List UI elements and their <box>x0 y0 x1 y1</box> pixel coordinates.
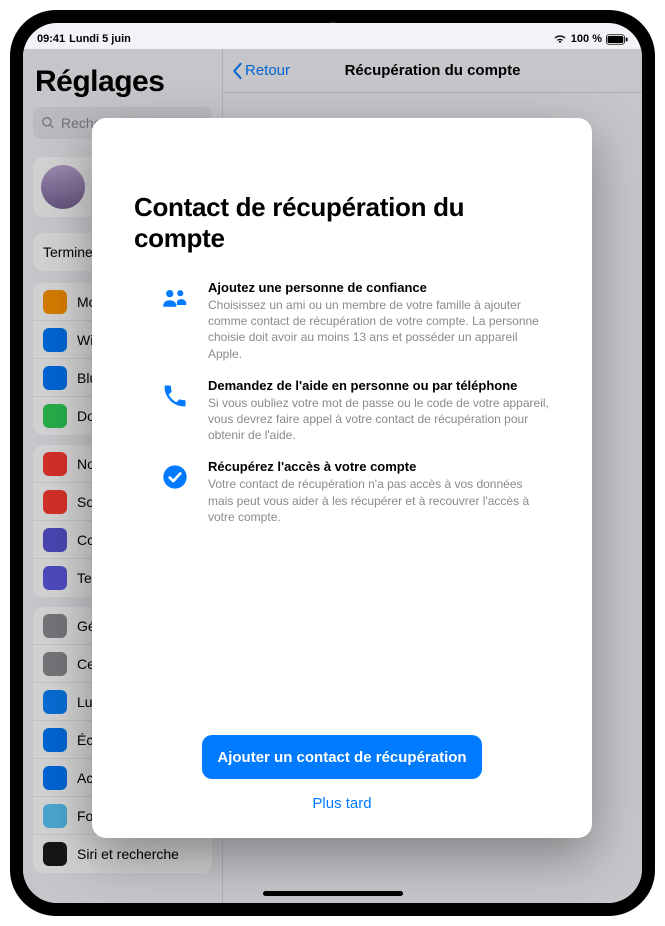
settings-title: Réglages <box>23 57 222 99</box>
status-date: Lundi 5 juin <box>69 33 131 45</box>
homescreen-icon <box>43 728 67 752</box>
home-indicator[interactable] <box>263 891 403 896</box>
add-recovery-contact-button[interactable]: Ajouter un contact de récupération <box>202 735 482 779</box>
focus-icon <box>43 528 67 552</box>
sheet-title: Contact de récupération du compte <box>134 192 550 254</box>
screentime-icon <box>43 566 67 590</box>
search-icon <box>41 116 55 130</box>
brightness-icon <box>43 690 67 714</box>
accessibility-icon <box>43 766 67 790</box>
feature-heading: Ajoutez une personne de confiance <box>208 280 550 295</box>
detail-title: Récupération du compte <box>345 62 521 79</box>
back-button[interactable]: Retour <box>231 62 290 80</box>
screen: 09:41 Lundi 5 juin 100 % <box>23 23 642 903</box>
wallpaper-icon <box>43 804 67 828</box>
recovery-contact-sheet: Contact de récupération du compte Ajoute… <box>92 118 592 838</box>
airplane-icon <box>43 290 67 314</box>
checkmark-circle-icon <box>160 462 190 492</box>
people-icon <box>160 283 190 313</box>
siri-icon <box>43 842 67 866</box>
back-label: Retour <box>245 62 290 79</box>
avatar <box>41 165 85 209</box>
battery-text: 100 % <box>571 33 602 45</box>
feature-body: Votre contact de récupération n'a pas ac… <box>208 476 550 525</box>
detail-navbar: Retour Récupération du compte <box>223 49 642 93</box>
status-bar: 09:41 Lundi 5 juin 100 % <box>23 29 642 49</box>
wifi-icon <box>553 34 567 44</box>
status-time: 09:41 <box>37 33 65 45</box>
bluetooth-icon <box>43 366 67 390</box>
chevron-left-icon <box>231 62 243 80</box>
feature-heading: Récupérez l'accès à votre compte <box>208 459 550 474</box>
sounds-icon <box>43 490 67 514</box>
general-icon <box>43 614 67 638</box>
later-link[interactable]: Plus tard <box>312 795 371 812</box>
sidebar-item-label: Siri et recherche <box>77 846 179 862</box>
feature-body: Si vous oubliez votre mot de passe ou le… <box>208 395 550 444</box>
sheet-footer: Ajouter un contact de récupération Plus … <box>134 735 550 812</box>
feature-recover-access: Récupérez l'accès à votre compte Votre c… <box>134 459 550 525</box>
sidebar-item[interactable]: Siri et recherche <box>33 835 212 873</box>
cellular-icon <box>43 404 67 428</box>
battery-icon <box>606 34 628 45</box>
feature-phone-help: Demandez de l'aide en personne ou par té… <box>134 378 550 444</box>
wifi-settings-icon <box>43 328 67 352</box>
feature-heading: Demandez de l'aide en personne ou par té… <box>208 378 550 393</box>
notifications-icon <box>43 452 67 476</box>
device-frame: 09:41 Lundi 5 juin 100 % <box>10 10 655 916</box>
feature-trusted-person: Ajoutez une personne de confiance Choisi… <box>134 280 550 362</box>
feature-body: Choisissez un ami ou un membre de votre … <box>208 297 550 362</box>
phone-icon <box>160 381 190 411</box>
control-center-icon <box>43 652 67 676</box>
